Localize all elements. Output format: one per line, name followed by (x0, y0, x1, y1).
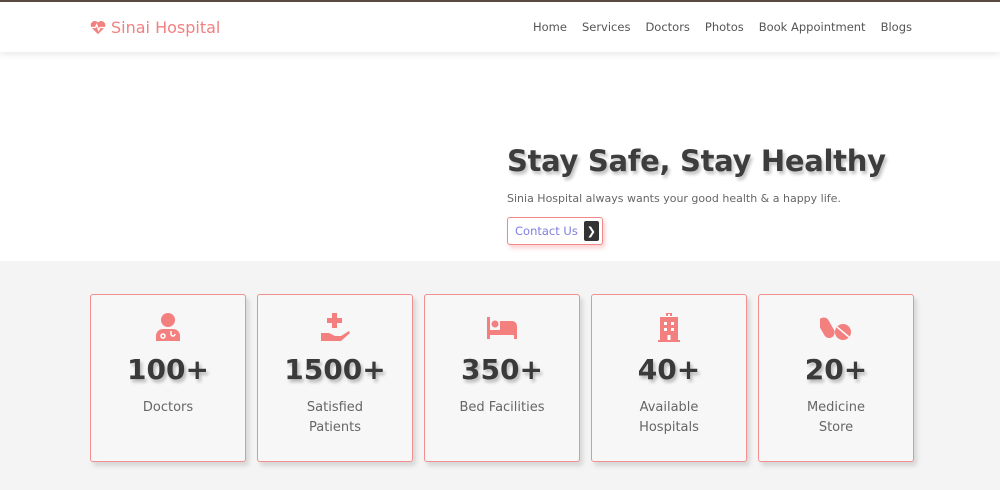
stat-card-patients: 1500+ Satisfied Patients (257, 294, 413, 462)
logo-text: Sinai Hospital (111, 17, 221, 37)
stat-label: Medicine Store (806, 400, 866, 435)
stats-section: 100+ Doctors 1500+ Satisfied Patients 35… (0, 261, 1000, 490)
nav-doctors[interactable]: Doctors (645, 20, 689, 34)
nav-services[interactable]: Services (582, 20, 631, 34)
hospital-icon (658, 313, 680, 342)
nav-home[interactable]: Home (533, 20, 567, 34)
navbar: Sinai Hospital Home Services Doctors Pho… (0, 2, 1000, 52)
hero: Stay Safe, Stay Healthy Sinia Hospital a… (0, 52, 1000, 261)
heart-pulse-icon (90, 20, 106, 34)
stat-card-beds: 350+ Bed Facilities (424, 294, 580, 462)
stat-label: Doctors (142, 400, 194, 415)
stat-label: Satisfied Patients (306, 400, 364, 435)
contact-us-label: Contact Us (515, 224, 578, 238)
stat-value: 350+ (461, 353, 543, 386)
hero-title: Stay Safe, Stay Healthy (507, 144, 886, 178)
nav-menu: Home Services Doctors Photos Book Appoin… (533, 20, 912, 34)
pills-icon (818, 317, 851, 340)
hand-medical-icon (321, 313, 350, 341)
stat-value: 20+ (804, 353, 868, 386)
nav-photos[interactable]: Photos (705, 20, 744, 34)
doctor-icon (156, 313, 180, 341)
stat-card-doctors: 100+ Doctors (90, 294, 246, 462)
stat-value: 1500+ (284, 353, 386, 386)
nav-blogs[interactable]: Blogs (881, 20, 912, 34)
chevron-right-icon: ❯ (583, 221, 599, 241)
logo[interactable]: Sinai Hospital (90, 18, 220, 37)
stat-value: 40+ (637, 353, 701, 386)
stat-card-hospitals: 40+ Available Hospitals (591, 294, 747, 462)
stat-label: Bed Facilities (459, 400, 545, 415)
contact-us-button[interactable]: Contact Us ❯ (507, 217, 603, 245)
bed-icon (487, 317, 517, 339)
hero-subtitle: Sinia Hospital always wants your good he… (507, 192, 841, 205)
nav-book-appointment[interactable]: Book Appointment (759, 20, 866, 34)
stat-card-medicine: 20+ Medicine Store (758, 294, 914, 462)
stat-value: 100+ (127, 353, 209, 386)
stat-label: Available Hospitals (639, 400, 699, 435)
